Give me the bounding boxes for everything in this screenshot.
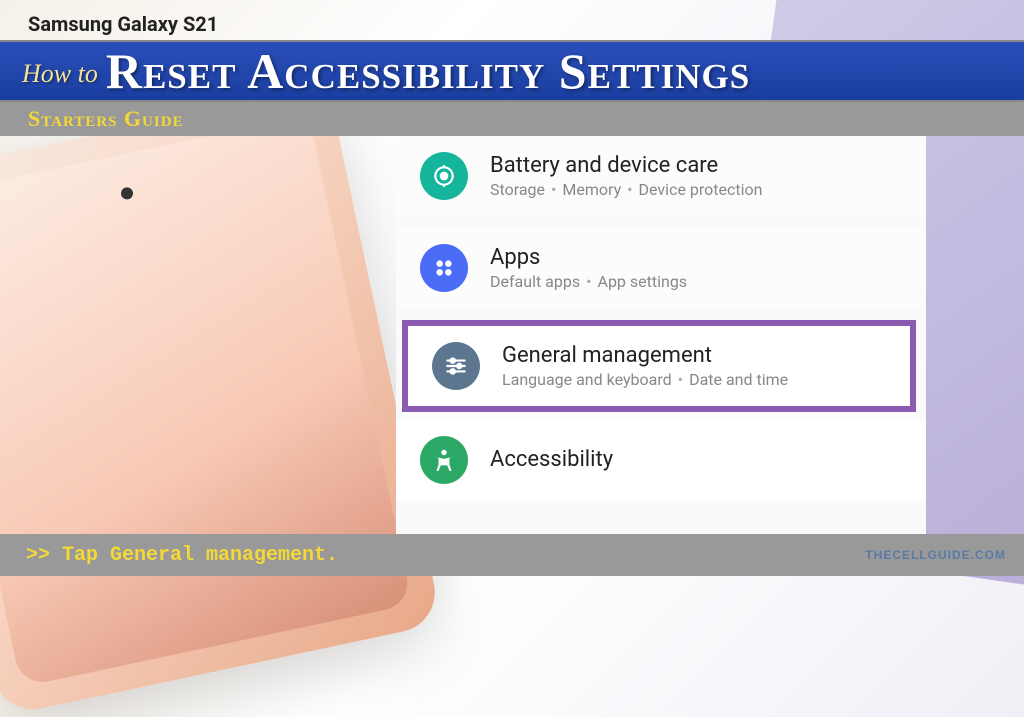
- settings-text: Battery and device care Storage•Memory•D…: [490, 153, 902, 199]
- settings-text: General management Language and keyboard…: [502, 343, 886, 389]
- background-phone-left: [0, 85, 442, 717]
- watermark-label: THECELLGUIDE.COM: [865, 548, 1006, 562]
- settings-item-title: Battery and device care: [490, 153, 902, 178]
- settings-text: Apps Default apps•App settings: [490, 245, 902, 291]
- settings-item-subtitle: Storage•Memory•Device protection: [490, 180, 902, 199]
- instruction-bar: >> Tap General management. THECELLGUIDE.…: [0, 534, 1024, 576]
- settings-item-accessibility[interactable]: Accessibility: [396, 420, 926, 500]
- settings-list-panel: Battery and device care Storage•Memory•D…: [396, 100, 926, 540]
- subtitle-bar: Starters Guide: [0, 102, 1024, 136]
- settings-text: Accessibility: [490, 447, 902, 474]
- general-management-icon: [432, 342, 480, 390]
- settings-item-title: General management: [502, 343, 886, 368]
- main-title: Reset Accessibility Settings: [106, 42, 750, 100]
- howto-label: How to: [22, 53, 98, 89]
- instruction-text: >> Tap General management.: [26, 544, 338, 567]
- subtitle-label: Starters Guide: [28, 106, 184, 132]
- battery-care-icon: [420, 152, 468, 200]
- settings-item-general-management[interactable]: General management Language and keyboard…: [408, 326, 910, 406]
- settings-item-subtitle: Language and keyboard•Date and time: [502, 370, 886, 389]
- title-bar: How to Reset Accessibility Settings: [0, 40, 1024, 102]
- highlighted-item-box: General management Language and keyboard…: [402, 320, 916, 412]
- settings-item-apps[interactable]: Apps Default apps•App settings: [396, 228, 926, 308]
- device-name-label: Samsung Galaxy S21: [28, 12, 218, 36]
- phone-camera-dot: [120, 186, 134, 200]
- apps-icon: [420, 244, 468, 292]
- accessibility-icon: [420, 436, 468, 484]
- settings-item-battery[interactable]: Battery and device care Storage•Memory•D…: [396, 136, 926, 216]
- settings-item-subtitle: Default apps•App settings: [490, 272, 902, 291]
- settings-item-title: Apps: [490, 245, 902, 270]
- settings-item-title: Accessibility: [490, 447, 902, 472]
